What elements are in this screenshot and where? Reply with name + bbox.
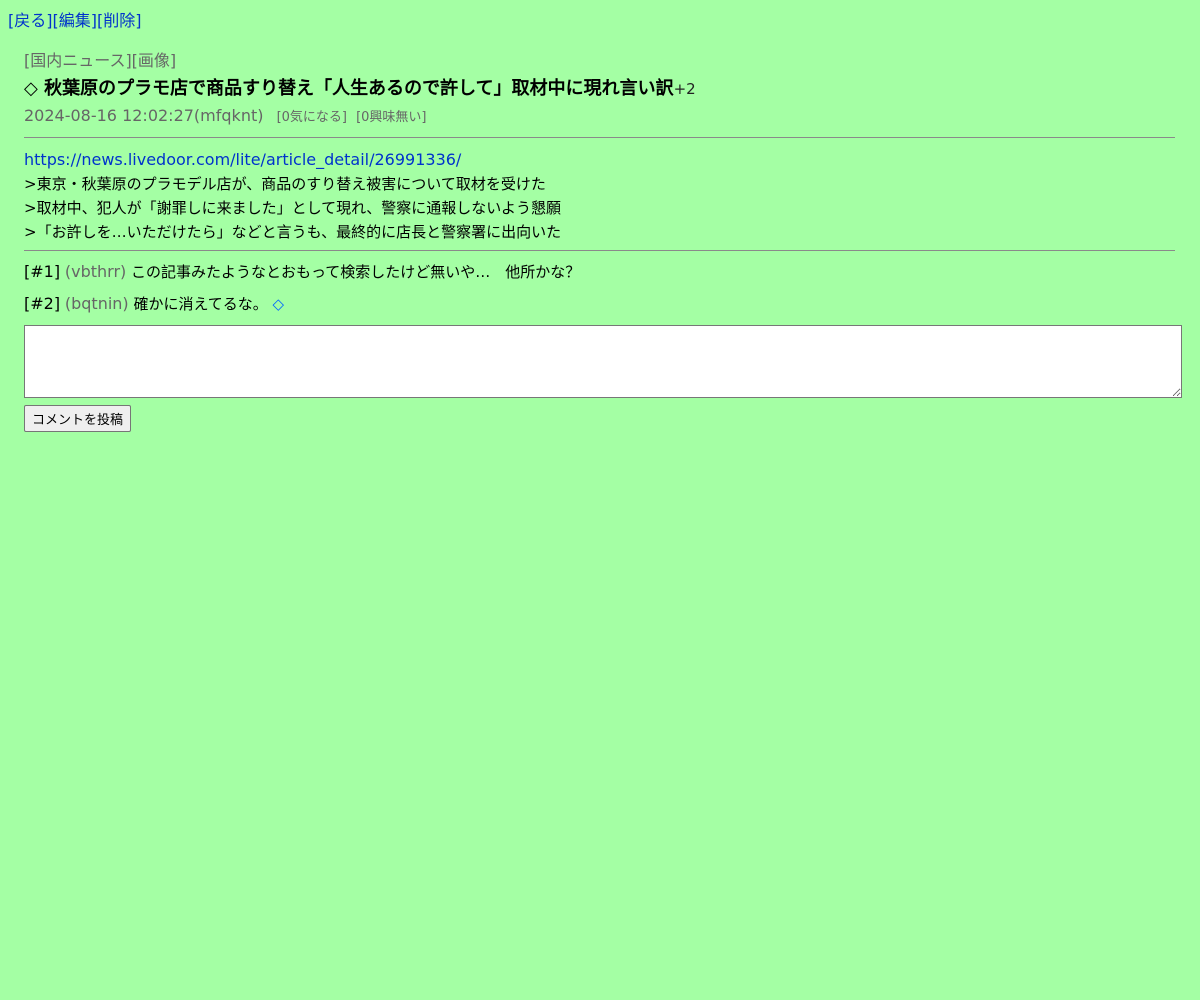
comment-text: この記事みたようなとおもって検索したけど無いや… 他所かな？ bbox=[131, 263, 581, 281]
delete-link[interactable]: [削除] bbox=[97, 11, 142, 30]
comment-number: [#1] bbox=[24, 262, 61, 281]
comment-user-id: (vbthrr) bbox=[64, 262, 127, 281]
comment-user-id: (bqtnin) bbox=[64, 294, 129, 313]
edit-link[interactable]: [編集] bbox=[53, 11, 98, 30]
comment-item: [#2] (bqtnin) 確かに消えてるな。 ◇ bbox=[24, 293, 1175, 315]
post-body: https://news.livedoor.com/lite/article_d… bbox=[24, 148, 1175, 244]
back-link[interactable]: [戻る] bbox=[8, 11, 53, 30]
comment-item: [#1] (vbthrr) この記事みたようなとおもって検索したけど無いや… 他… bbox=[24, 261, 1175, 283]
post-title-plus-count: +2 bbox=[673, 80, 696, 98]
quote-line: >「お許しを…いただけたら」などと言うも、最終的に店長と警察署に出向いた bbox=[24, 223, 562, 241]
post-meta: 2024-08-16 12:02:27(mfqknt) [0気になる] [0興味… bbox=[24, 105, 1175, 129]
diamond-icon: ◇ bbox=[24, 78, 38, 99]
no-interest-button[interactable]: [0興味無い] bbox=[356, 110, 426, 125]
interest-button[interactable]: [0気になる] bbox=[277, 110, 347, 125]
post-datetime-author: 2024-08-16 12:02:27(mfqknt) bbox=[24, 106, 264, 125]
submit-comment-button[interactable]: コメントを投稿 bbox=[24, 405, 132, 432]
divider-top bbox=[24, 137, 1175, 138]
diamond-link-icon[interactable]: ◇ bbox=[272, 295, 284, 313]
post-title: 秋葉原のプラモ店で商品すり替え「人生あるので許して」取材中に現れ言い訳 bbox=[44, 78, 674, 99]
top-nav: [戻る][編集][削除] bbox=[8, 10, 142, 32]
comment-list: [#1] (vbthrr) この記事みたようなとおもって検索したけど無いや… 他… bbox=[24, 261, 1175, 315]
post-categories: [国内ニュース][画像] bbox=[24, 51, 177, 70]
comment-text: 確かに消えてるな。 bbox=[133, 295, 268, 313]
quote-line: >取材中、犯人が「謝罪しに来ました」として現れ、警察に通報しないよう懇願 bbox=[24, 199, 561, 217]
article-link[interactable]: https://news.livedoor.com/lite/article_d… bbox=[24, 150, 461, 169]
post-title-line: ◇ 秋葉原のプラモ店で商品すり替え「人生あるので許して」取材中に現れ言い訳+2 bbox=[24, 74, 1175, 104]
comment-number: [#2] bbox=[24, 294, 61, 313]
divider-bottom bbox=[24, 250, 1175, 251]
post-container: [国内ニュース][画像] ◇ 秋葉原のプラモ店で商品すり替え「人生あるので許して… bbox=[24, 50, 1182, 432]
quote-line: >東京・秋葉原のプラモデル店が、商品のすり替え被害について取材を受けた bbox=[24, 175, 546, 193]
comment-textarea[interactable] bbox=[24, 325, 1182, 398]
